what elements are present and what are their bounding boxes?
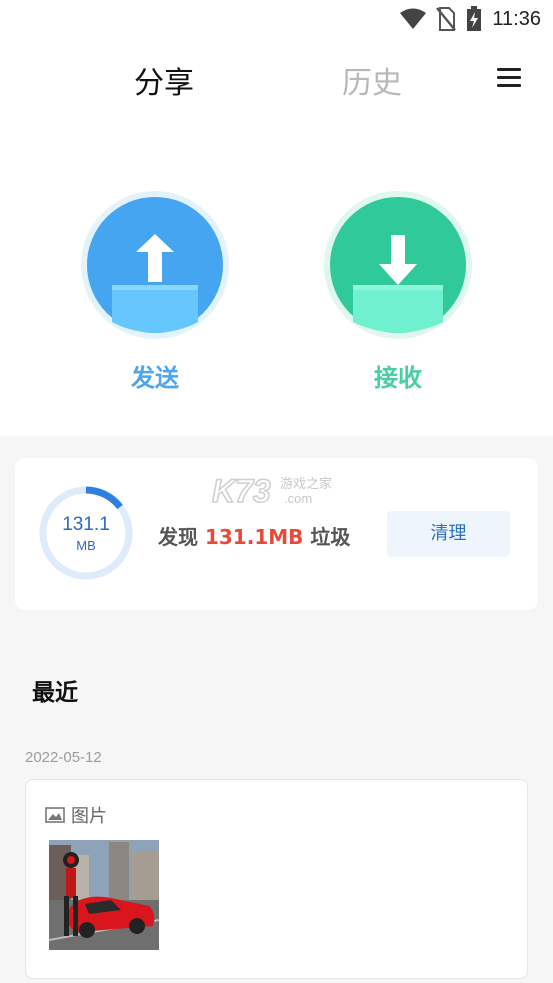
battery-charging-icon <box>467 6 482 31</box>
menu-icon[interactable] <box>497 68 521 88</box>
svg-text:K73: K73 <box>212 473 271 508</box>
recent-date: 2022-05-12 <box>25 749 102 766</box>
storage-ring: 131.1 MB <box>39 486 133 580</box>
junk-message: 发现 131.1MB 垃圾 <box>158 521 350 550</box>
file-type-label: 图片 <box>71 806 107 827</box>
status-time: 11:36 <box>492 7 541 30</box>
send-button[interactable]: 发送 <box>80 190 230 393</box>
top-nav: 分享 历史 <box>0 50 553 106</box>
junk-message-prefix: 发现 <box>158 525 198 549</box>
ring-value: 131.1 <box>62 514 110 535</box>
send-label: 发送 <box>131 364 179 392</box>
tab-share[interactable]: 分享 <box>134 58 194 102</box>
image-icon <box>45 807 65 823</box>
image-thumbnail[interactable] <box>49 840 159 950</box>
recent-title: 最近 <box>32 680 78 706</box>
wifi-icon <box>400 8 427 29</box>
ring-unit: MB <box>76 538 96 553</box>
action-area: 发送 接收 <box>0 190 553 400</box>
watermark-logo: K73 游戏之家 .com <box>211 470 342 512</box>
recent-file-card: 图片 <box>25 779 528 979</box>
tab-history[interactable]: 历史 <box>342 58 402 102</box>
svg-text:游戏之家: 游戏之家 <box>280 476 332 492</box>
download-folder-icon <box>324 191 472 339</box>
status-icons: 11:36 <box>400 6 541 32</box>
status-bar: 11:36 <box>0 0 553 38</box>
no-sim-icon <box>436 7 457 31</box>
upload-folder-icon <box>81 191 229 339</box>
svg-text:.com: .com <box>284 491 312 506</box>
receive-label: 接收 <box>374 364 422 392</box>
clean-button[interactable]: 清理 <box>387 511 510 557</box>
file-type-header: 图片 <box>45 802 107 828</box>
junk-message-suffix: 垃圾 <box>310 525 351 549</box>
receive-button[interactable]: 接收 <box>323 190 473 393</box>
junk-amount: 131.1MB <box>204 525 304 549</box>
